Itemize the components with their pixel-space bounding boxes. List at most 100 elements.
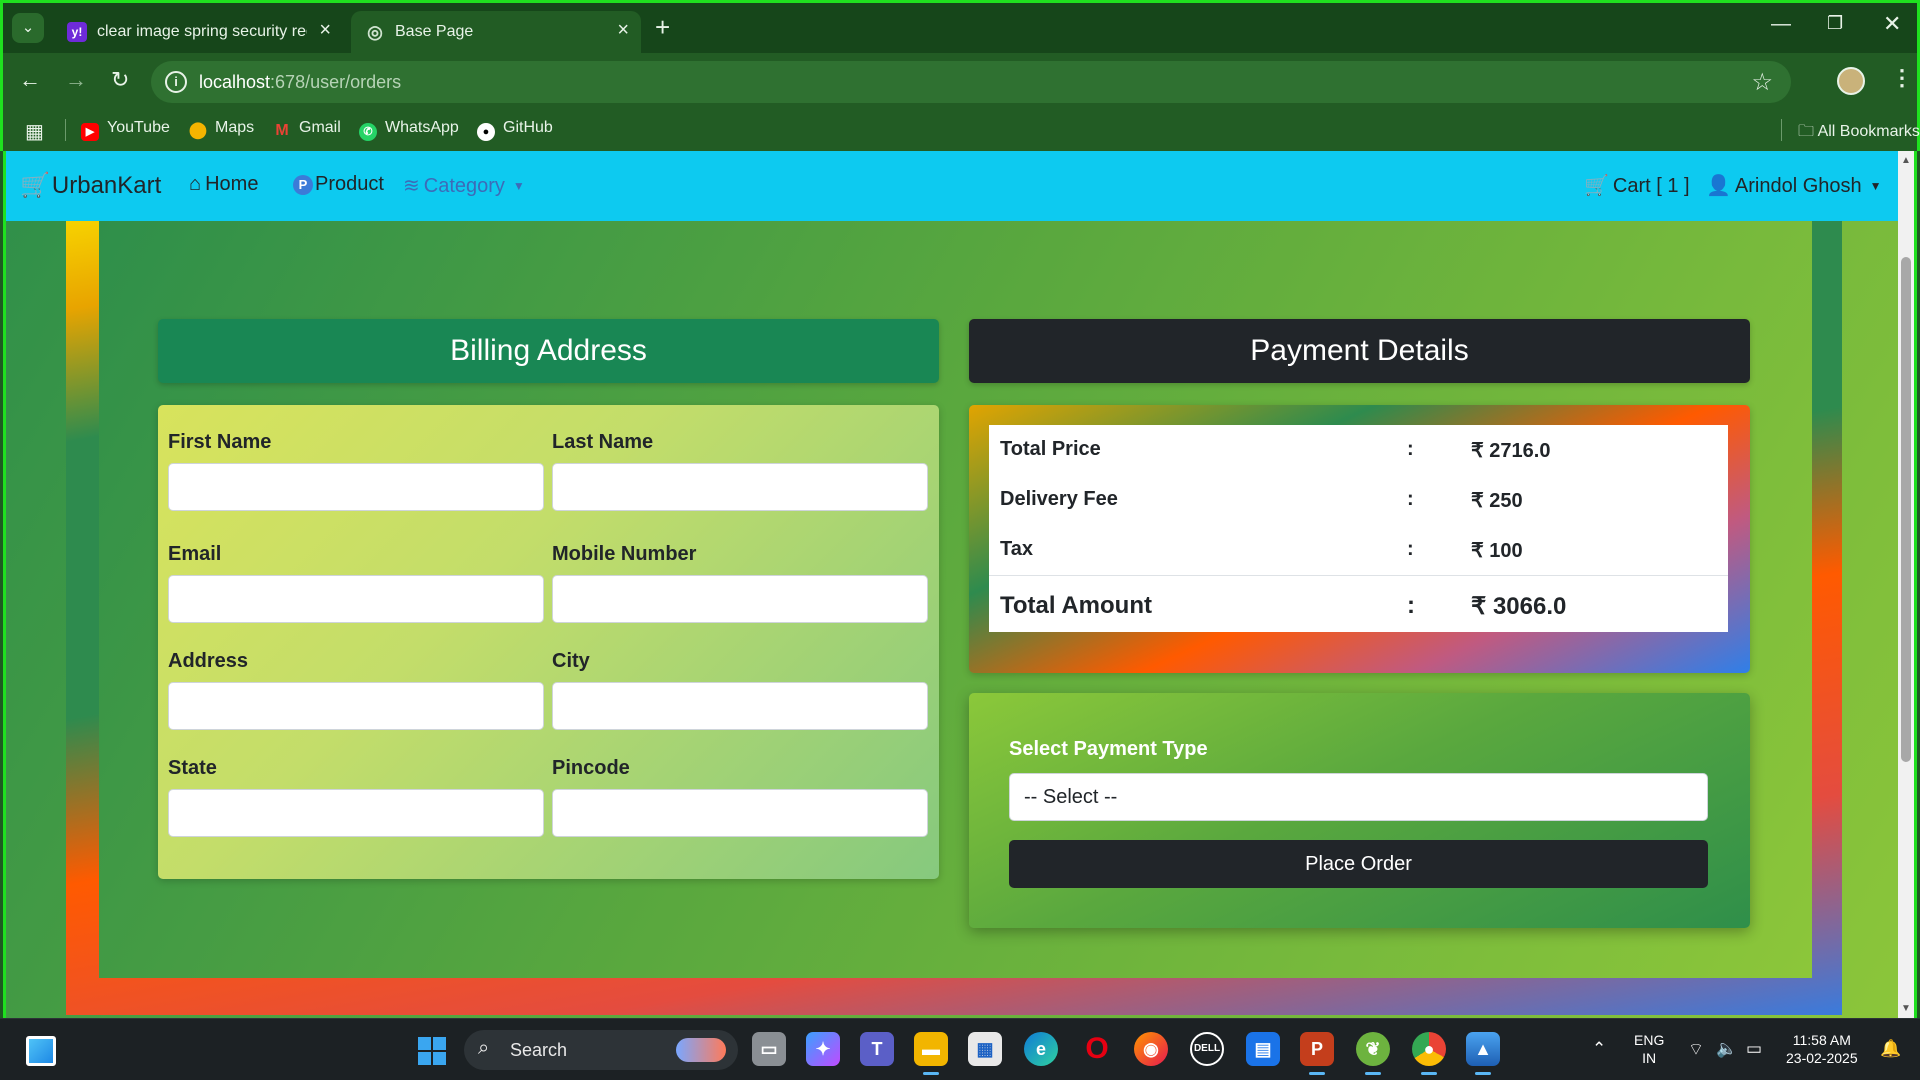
- taskbar-search[interactable]: ⌕ Search: [464, 1030, 738, 1070]
- file-explorer-icon[interactable]: ▬: [914, 1032, 948, 1075]
- bookmark-youtube[interactable]: ▶ YouTube: [81, 119, 170, 141]
- tab-title: Base Page: [395, 23, 474, 40]
- tab-strip: ⌄ y! clear image spring security regi × …: [3, 3, 1917, 53]
- dell-icon[interactable]: DELL: [1190, 1032, 1224, 1066]
- github-icon: ●: [477, 123, 495, 141]
- page-scrollbar[interactable]: ▲ ▼: [1898, 151, 1914, 1018]
- home-icon: ⌂: [189, 173, 202, 195]
- close-icon[interactable]: ×: [617, 19, 629, 42]
- chevron-down-icon: ▼: [512, 179, 525, 193]
- copilot-icon[interactable]: ✦: [806, 1032, 840, 1066]
- scrollbar-thumb[interactable]: [1901, 257, 1911, 762]
- mobile-number-input[interactable]: [552, 575, 928, 623]
- address-bar[interactable]: i localhost:678/user/orders ☆: [151, 61, 1791, 103]
- bookmark-gmail[interactable]: M Gmail: [273, 119, 340, 140]
- divider: [65, 119, 66, 141]
- bookmark-maps[interactable]: ⬤ Maps: [189, 119, 254, 140]
- scroll-down-icon[interactable]: ▼: [1901, 1003, 1911, 1014]
- browser-menu-icon[interactable]: ⋮: [1891, 65, 1913, 91]
- billing-form: First Name Last Name Email Mobile Number…: [158, 405, 939, 879]
- new-tab-button[interactable]: +: [655, 12, 670, 43]
- start-button[interactable]: [418, 1037, 446, 1065]
- bookmarks-bar: ▦ ▶ YouTube ⬤ Maps M Gmail ✆ WhatsApp ● GitHu…: [3, 109, 1920, 154]
- teams-icon[interactable]: T: [860, 1032, 894, 1066]
- task-view-icon[interactable]: ▭: [752, 1032, 786, 1066]
- photos-icon[interactable]: ▲: [1466, 1032, 1500, 1075]
- user-icon: 👤: [1706, 175, 1731, 197]
- nav-cart[interactable]: 🛒 Cart [ 1 ]: [1584, 173, 1690, 198]
- last-name-group: Last Name: [552, 431, 928, 511]
- scroll-up-icon[interactable]: ▲: [1901, 155, 1911, 166]
- email-input[interactable]: [168, 575, 544, 623]
- payment-summary-table: Total Price : ₹ 2716.0 Delivery Fee : ₹ …: [989, 425, 1728, 632]
- payment-details-header: Payment Details: [969, 319, 1750, 383]
- table-row: Tax : ₹ 100: [989, 525, 1728, 575]
- brand-link[interactable]: 🛒UrbanKart: [20, 171, 161, 200]
- language-indicator[interactable]: ENG IN: [1634, 1031, 1664, 1067]
- restore-button[interactable]: ❐: [1827, 13, 1843, 34]
- forward-button[interactable]: →: [65, 67, 87, 93]
- page-viewport: 🛒UrbanKart ⌂ Home P Product ≋ Category ▼ 🛒 Ca…: [3, 151, 1917, 1018]
- place-order-button[interactable]: Place Order: [1009, 840, 1708, 888]
- address-input[interactable]: [168, 682, 544, 730]
- bookmark-github[interactable]: ● GitHub: [477, 119, 553, 141]
- whatsapp-icon: ✆: [359, 123, 377, 141]
- edge-icon[interactable]: e: [1024, 1032, 1058, 1066]
- tab-yahoo-search[interactable]: y! clear image spring security regi ×: [53, 11, 343, 53]
- wifi-icon[interactable]: ⌔: [1688, 1039, 1704, 1060]
- chevron-up-icon[interactable]: ⌃: [1592, 1039, 1606, 1059]
- pincode-label: Pincode: [552, 757, 630, 779]
- product-icon: P: [293, 175, 313, 195]
- reload-button[interactable]: ↻: [111, 67, 129, 93]
- bookmark-star-icon[interactable]: ☆: [1751, 68, 1773, 97]
- volume-icon[interactable]: 🔈: [1716, 1039, 1737, 1059]
- table-row: Delivery Fee : ₹ 250: [989, 475, 1728, 525]
- billing-address-header: Billing Address: [158, 319, 939, 383]
- first-name-input[interactable]: [168, 463, 544, 511]
- powerpoint-icon[interactable]: P: [1300, 1032, 1334, 1075]
- close-window-button[interactable]: ✕: [1883, 11, 1901, 37]
- time-text: 11:58 AM: [1792, 1032, 1851, 1048]
- firefox-icon[interactable]: ◉: [1134, 1032, 1168, 1066]
- nav-user-dropdown[interactable]: 👤 Arindol Ghosh ▼: [1706, 173, 1882, 198]
- table-row: Total Price : ₹ 2716.0: [989, 425, 1728, 475]
- gmail-icon: M: [275, 122, 289, 139]
- site-info-icon[interactable]: i: [165, 71, 187, 93]
- pincode-input[interactable]: [552, 789, 928, 837]
- minimize-button[interactable]: —: [1771, 13, 1791, 36]
- payment-type-select[interactable]: -- Select --: [1009, 773, 1708, 821]
- city-input[interactable]: [552, 682, 928, 730]
- close-icon[interactable]: ×: [319, 19, 331, 42]
- cart-icon: 🛒: [1584, 175, 1609, 197]
- address-label: Address: [168, 650, 249, 672]
- spring-tool-suite-icon[interactable]: ❦: [1356, 1032, 1390, 1075]
- back-button[interactable]: ←: [19, 67, 41, 93]
- app-icon[interactable]: ▤: [1246, 1032, 1280, 1066]
- opera-icon[interactable]: O: [1080, 1032, 1114, 1066]
- row-label: Delivery Fee: [1000, 488, 1118, 510]
- chrome-icon[interactable]: ●: [1412, 1032, 1446, 1075]
- youtube-icon: ▶: [81, 123, 99, 141]
- all-bookmarks[interactable]: 🗀 All Bookmarks: [1781, 119, 1920, 147]
- widgets-icon[interactable]: [26, 1036, 56, 1066]
- nav-product[interactable]: P Product: [293, 173, 384, 196]
- nav-category-dropdown[interactable]: ≋ Category ▼: [403, 173, 525, 198]
- tab-search-button[interactable]: ⌄: [12, 13, 44, 43]
- apps-grid-icon[interactable]: ▦: [25, 119, 44, 144]
- state-input[interactable]: [168, 789, 544, 837]
- yahoo-icon: y!: [67, 22, 87, 42]
- bookmark-whatsapp[interactable]: ✆ WhatsApp: [359, 119, 459, 141]
- url-text: localhost:678/user/orders: [199, 72, 402, 92]
- last-name-input[interactable]: [552, 463, 928, 511]
- email-label: Email: [168, 543, 222, 565]
- tab-base-page[interactable]: ◎ Base Page ×: [351, 11, 641, 53]
- mobile-number-label: Mobile Number: [552, 543, 697, 565]
- profile-avatar[interactable]: [1837, 67, 1865, 95]
- row-value: ₹ 250: [1471, 490, 1523, 512]
- notifications-icon[interactable]: 🔔: [1880, 1039, 1901, 1059]
- clock[interactable]: 11:58 AM 23-02-2025: [1786, 1031, 1858, 1067]
- nav-home[interactable]: ⌂ Home: [189, 173, 258, 196]
- microsoft-store-icon[interactable]: ▦: [968, 1032, 1002, 1066]
- last-name-label: Last Name: [552, 431, 654, 453]
- battery-icon[interactable]: ▭: [1746, 1039, 1762, 1059]
